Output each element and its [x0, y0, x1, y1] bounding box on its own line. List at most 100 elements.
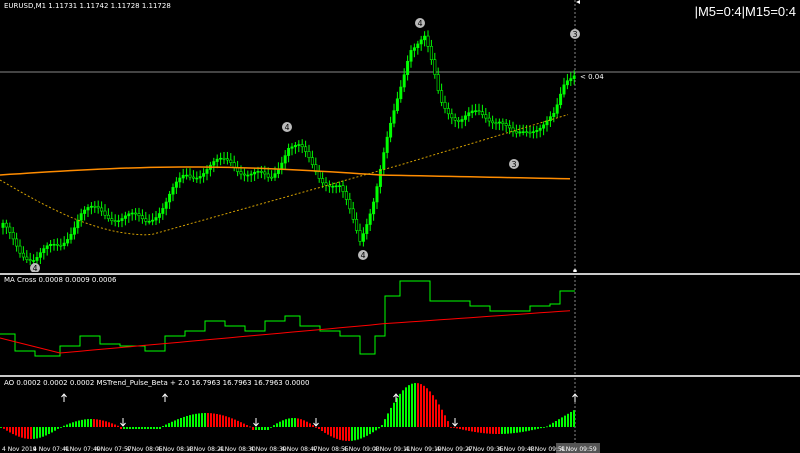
price-chart[interactable]: 4 4 4 4 3 3 EURUSD,M1 1.11731 1.11742 1.11728…: [0, 0, 800, 272]
candle: [511, 121, 515, 137]
ao-bar: [426, 388, 428, 427]
wave-label-text: 4: [360, 251, 365, 260]
ao-bar: [309, 423, 311, 427]
candle: [453, 113, 457, 128]
ao-bar: [93, 419, 95, 427]
ao-bar: [357, 427, 359, 440]
candle: [314, 157, 318, 176]
candle: [147, 214, 151, 225]
ao-bar: [378, 427, 380, 429]
ao-bar: [423, 385, 425, 427]
ao-bar: [117, 425, 119, 427]
pane-separator[interactable]: [0, 375, 800, 377]
ao-bar: [99, 419, 101, 427]
ao-bar: [15, 427, 17, 436]
candle: [134, 208, 138, 221]
candle: [188, 168, 192, 181]
candle: [548, 111, 552, 127]
ao-bar: [564, 415, 566, 427]
wave-labels: 4 4 4 4 3 3: [30, 18, 580, 272]
ao-bar: [555, 421, 557, 427]
ao-bar: [372, 427, 374, 433]
ao-bar: [207, 413, 209, 427]
ao-bar: [213, 413, 215, 427]
ao-bar: [90, 419, 92, 427]
ao-bar: [507, 427, 509, 434]
candle: [208, 161, 212, 177]
ao-bar: [264, 427, 266, 430]
candle: [518, 124, 522, 137]
candle: [276, 162, 280, 179]
ao-bar: [408, 385, 410, 427]
ao-bar: [129, 427, 131, 429]
candle: [538, 124, 542, 138]
ao-bar: [390, 407, 392, 427]
ao-pane[interactable]: AO 0.0002 0.0002 0.0002 MSTrend_Pulse_Be…: [0, 378, 800, 443]
candle: [375, 183, 379, 209]
ao-bar: [402, 390, 404, 427]
candle: [144, 211, 148, 226]
ao-bar: [147, 427, 149, 429]
candle: [28, 252, 32, 266]
ao-bar: [105, 421, 107, 427]
ao-bar: [201, 413, 203, 427]
ao-bar: [384, 419, 386, 427]
ao-bar: [441, 409, 443, 427]
ao-bar: [252, 427, 254, 430]
ao-bar: [456, 427, 458, 429]
ao-bar: [126, 427, 128, 429]
ao-bar: [468, 427, 470, 431]
ao-bar: [255, 427, 257, 430]
pane-separator[interactable]: [0, 273, 800, 275]
ao-bar: [75, 421, 77, 427]
candle: [66, 232, 70, 247]
ao-bar: [153, 427, 155, 429]
candle: [399, 80, 403, 103]
candle: [416, 40, 420, 55]
ao-histogram-bars: [0, 383, 575, 441]
time-axis: 4 Nov 2019 4 Nov 07:41 4 Nov 07:49 4 Nov 07…: [0, 443, 800, 453]
ao-bar: [27, 427, 29, 439]
wave-label: 4: [415, 18, 425, 28]
ao-bar: [339, 427, 341, 440]
candle: [96, 200, 100, 214]
candle: [4, 219, 8, 235]
ao-bar: [318, 427, 320, 430]
ao-bar: [3, 427, 5, 429]
wave-label: 4: [282, 122, 292, 132]
candle: [392, 103, 396, 128]
wave-label: 3: [570, 29, 580, 39]
ma-cross-pane[interactable]: MA Cross 0.0008 0.0009 0.0006: [0, 276, 800, 374]
ao-bar: [36, 427, 38, 439]
ao-bar: [432, 395, 434, 427]
ao-bar: [375, 427, 377, 431]
candle: [283, 150, 287, 170]
ao-bar: [345, 427, 347, 441]
ao-bar: [294, 418, 296, 427]
ao-bar: [369, 427, 371, 435]
candle: [474, 103, 478, 116]
candle: [140, 209, 144, 224]
ao-bar: [234, 419, 236, 427]
candle: [334, 182, 338, 194]
ao-bar: [102, 420, 104, 427]
candle: [174, 177, 178, 194]
ma-cross-chart[interactable]: MA Cross 0.0008 0.0009 0.0006: [0, 276, 800, 374]
candle: [480, 104, 484, 119]
ao-histogram-chart[interactable]: AO 0.0002 0.0002 0.0002 MSTrend_Pulse_Be…: [0, 378, 800, 443]
candle: [86, 204, 90, 218]
moving-average-slow-line: [0, 166, 571, 180]
candle: [123, 211, 127, 226]
candle: [409, 45, 413, 68]
price-chart-pane[interactable]: 4 4 4 4 3 3 EURUSD,M1 1.11731 1.11742 1.11728…: [0, 0, 800, 272]
down-arrow-icon: [253, 418, 259, 427]
candle: [42, 244, 46, 260]
ao-bar: [0, 427, 2, 428]
candle: [443, 95, 447, 114]
ao-label: AO 0.0002 0.0002 0.0002 MSTrend_Pulse_Be…: [4, 379, 309, 387]
ao-bar: [156, 427, 158, 429]
candle: [49, 239, 53, 253]
ao-bar: [216, 414, 218, 427]
candle: [348, 192, 352, 214]
ao-bar: [87, 419, 89, 427]
